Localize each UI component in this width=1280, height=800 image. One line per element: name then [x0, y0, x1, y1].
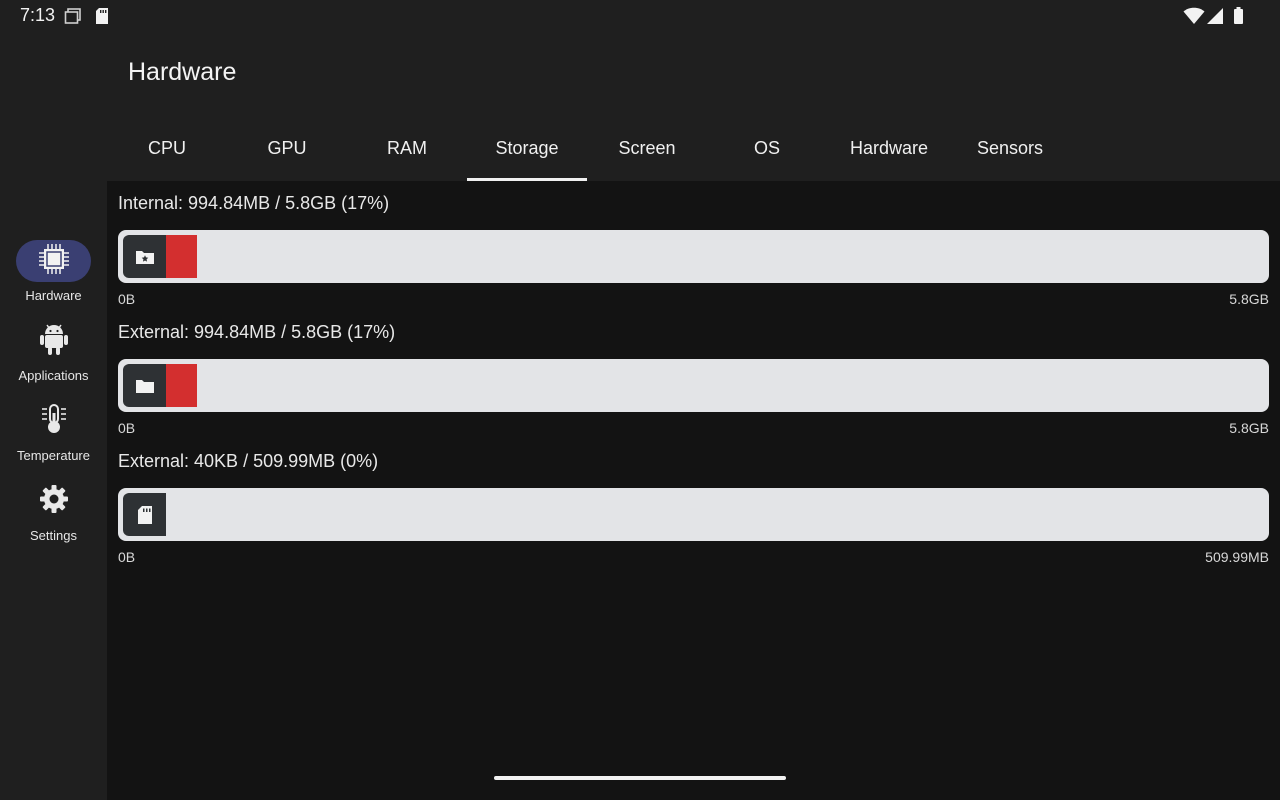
tab-label: Sensors	[976, 137, 1044, 158]
storage-title: External: 994.84MB / 5.8GB (17%)	[118, 322, 396, 342]
storage-item-sd-card: External: 40KB / 509.99MB (0%) 0B 509.99…	[118, 439, 1269, 568]
storage-usage-bar	[118, 230, 1269, 283]
tab-label: Screen	[618, 137, 676, 158]
tab-label: Hardware	[849, 137, 929, 158]
storage-title: Internal: 994.84MB / 5.8GB (17%)	[118, 193, 390, 213]
bar-max-label: 509.99MB	[1205, 549, 1269, 565]
nav-item-temperature[interactable]: Temperature	[0, 392, 107, 464]
tab-label: RAM	[387, 137, 427, 158]
screen: 7:13 Hardware CPU GPU RAM Storage Screen…	[0, 0, 1280, 800]
nav-icon-container	[16, 320, 91, 362]
storage-usage-bar	[118, 488, 1269, 541]
battery-icon	[1233, 7, 1244, 30]
storage-item-external: External: 994.84MB / 5.8GB (17%) 0B 5.8G…	[118, 310, 1269, 439]
nav-item-hardware[interactable]: Hardware	[0, 232, 107, 304]
tab-label: GPU	[267, 137, 307, 158]
bar-inner	[123, 364, 1264, 407]
bar-max-label: 5.8GB	[1229, 420, 1269, 436]
tab-bar: CPU GPU RAM Storage Screen OS Hardware S…	[107, 115, 1280, 181]
nav-item-applications[interactable]: Applications	[0, 312, 107, 384]
tab-gpu[interactable]: GPU	[227, 115, 347, 181]
tab-cpu[interactable]: CPU	[107, 115, 227, 181]
cellular-icon	[1206, 7, 1224, 30]
screenshot-icon	[64, 7, 82, 30]
nav-icon-container	[16, 400, 91, 442]
tab-label: OS	[753, 137, 780, 158]
storage-title: External: 40KB / 509.99MB (0%)	[118, 451, 379, 471]
storage-panel: Internal: 994.84MB / 5.8GB (17%) 0B 5.8G…	[107, 181, 1280, 800]
storage-usage-fill	[166, 235, 197, 278]
tab-screen[interactable]: Screen	[587, 115, 707, 181]
android-icon	[39, 322, 69, 361]
bar-min-label: 0B	[118, 549, 136, 565]
tab-sensors[interactable]: Sensors	[950, 115, 1070, 181]
bar-min-label: 0B	[118, 420, 136, 436]
chip-icon	[38, 243, 70, 280]
page-title: Hardware	[128, 58, 237, 86]
status-bar: 7:13	[0, 0, 1280, 32]
bar-min-label: 0B	[118, 291, 136, 307]
tab-ram[interactable]: RAM	[347, 115, 467, 181]
nav-label: Settings	[30, 528, 77, 543]
nav-icon-container	[16, 240, 91, 282]
nav-label: Hardware	[25, 288, 82, 303]
tab-label: CPU	[147, 137, 186, 158]
bar-max-label: 5.8GB	[1229, 291, 1269, 307]
storage-usage-fill	[166, 364, 197, 407]
folder-star-icon	[123, 235, 166, 278]
sd-card-icon	[123, 493, 166, 536]
nav-label: Temperature	[17, 448, 90, 463]
tab-hardware[interactable]: Hardware	[829, 115, 949, 181]
status-time: 7:13	[20, 5, 56, 25]
nav-label: Applications	[18, 368, 89, 383]
storage-usage-bar	[118, 359, 1269, 412]
folder-icon	[123, 364, 166, 407]
storage-item-internal: Internal: 994.84MB / 5.8GB (17%) 0B 5.8G…	[118, 181, 1269, 310]
thermometer-icon	[39, 403, 69, 440]
tab-storage[interactable]: Storage	[467, 115, 587, 181]
nav-icon-container	[16, 480, 91, 522]
nav-item-settings[interactable]: Settings	[0, 472, 107, 544]
wifi-icon	[1183, 7, 1205, 30]
home-indicator[interactable]	[494, 776, 786, 780]
tab-os[interactable]: OS	[707, 115, 827, 181]
sd-card-icon	[95, 7, 109, 30]
bar-inner	[123, 235, 1264, 278]
gear-icon	[39, 484, 69, 519]
bar-inner	[123, 493, 1264, 536]
tab-label: Storage	[495, 137, 559, 158]
